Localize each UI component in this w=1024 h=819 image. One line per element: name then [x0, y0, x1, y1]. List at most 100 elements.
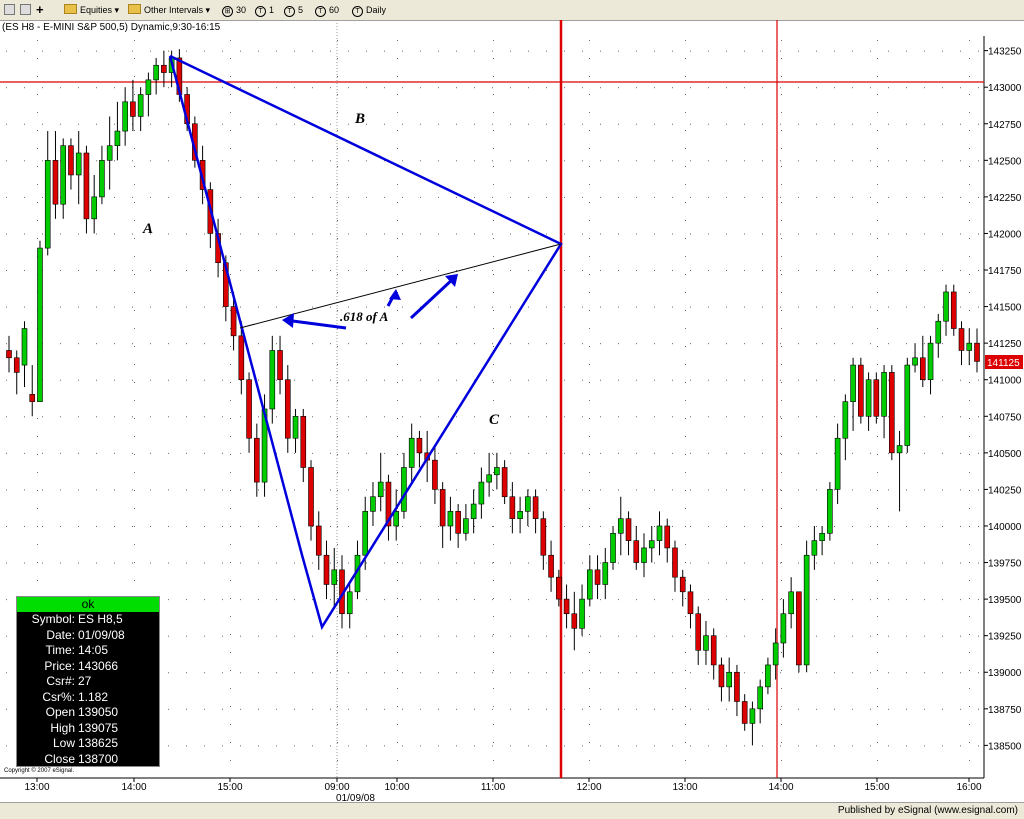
- grid-dot: [888, 379, 889, 381]
- grid-dot: [685, 40, 686, 41]
- data-row-value: 01/09/08: [78, 627, 125, 642]
- grid-dot: [781, 148, 782, 149]
- grid-dot: [589, 472, 590, 473]
- grid-dot: [744, 160, 745, 162]
- grid-dot: [420, 525, 421, 527]
- candle: [881, 365, 887, 439]
- grid-dot: [492, 196, 493, 198]
- grid-dot: [798, 708, 799, 710]
- grid-dot: [312, 452, 313, 454]
- grid-dot: [816, 452, 817, 454]
- grid-dot: [37, 112, 38, 113]
- grid-dot: [969, 202, 970, 203]
- grid-dot: [134, 472, 135, 473]
- candle-body: [315, 525, 322, 556]
- grid-dot: [474, 525, 475, 527]
- grid-dot: [348, 562, 349, 564]
- grid-dot: [312, 306, 313, 308]
- grid-dot: [618, 160, 619, 162]
- candle: [548, 540, 554, 592]
- grid-dot: [132, 270, 133, 272]
- grid-dot: [493, 58, 494, 59]
- grid-dot: [564, 270, 565, 272]
- grid-dot: [204, 233, 205, 235]
- fib-618-line: [239, 243, 562, 329]
- grid-dot: [582, 343, 583, 345]
- grid-dot: [708, 160, 709, 162]
- grid-dot: [78, 416, 79, 418]
- grid-dot: [134, 274, 135, 275]
- grid-dot: [78, 306, 79, 308]
- grid-dot: [636, 160, 637, 162]
- candle: [6, 335, 12, 373]
- grid-dot: [960, 416, 961, 418]
- grid-dot: [877, 238, 878, 239]
- grid-dot: [312, 599, 313, 601]
- grid-dot: [230, 526, 231, 527]
- grid-dot: [510, 635, 511, 637]
- grid-dot: [685, 634, 686, 635]
- time-tick-label: 16:00: [956, 782, 981, 793]
- grid-dot: [294, 306, 295, 308]
- grid-dot: [384, 123, 385, 125]
- grid-dot: [870, 306, 871, 308]
- grid-dot: [582, 489, 583, 491]
- price-tick-label: 142000: [988, 229, 1022, 240]
- grid-dot: [312, 233, 313, 235]
- grid-dot: [438, 233, 439, 235]
- status-ok: ok: [17, 597, 159, 612]
- grid-dot: [493, 328, 494, 329]
- grid-dot: [493, 742, 494, 743]
- grid-dot: [781, 454, 782, 455]
- grid-dot: [348, 306, 349, 308]
- grid-dot: [672, 489, 673, 491]
- grid-dot: [726, 379, 727, 381]
- grid-dot: [969, 526, 970, 527]
- grid-dot: [384, 562, 385, 564]
- grid-dot: [330, 635, 331, 637]
- candle: [486, 452, 492, 497]
- grid-dot: [780, 745, 781, 747]
- grid-dot: [330, 306, 331, 308]
- grid-dot: [42, 525, 43, 527]
- candle: [610, 525, 616, 570]
- grid-dot: [397, 688, 398, 689]
- grid-dot: [582, 50, 583, 52]
- grid-dot: [708, 672, 709, 674]
- grid-dot: [798, 745, 799, 747]
- grid-dot: [942, 525, 943, 527]
- grid-dot: [132, 416, 133, 418]
- grid-dot: [546, 123, 547, 125]
- grid-dot: [942, 745, 943, 747]
- grid-dot: [924, 489, 925, 491]
- grid-dot: [337, 616, 338, 617]
- grid-dot: [474, 745, 475, 747]
- grid-dot: [337, 238, 338, 239]
- grid-dot: [348, 160, 349, 162]
- grid-dot: [150, 343, 151, 345]
- grid-dot: [672, 708, 673, 710]
- grid-dot: [636, 416, 637, 418]
- grid-dot: [230, 346, 231, 347]
- grid-dot: [924, 123, 925, 125]
- grid-dot: [528, 343, 529, 345]
- grid-dot: [960, 452, 961, 454]
- grid-dot: [589, 130, 590, 131]
- grid-dot: [258, 635, 259, 637]
- grid-dot: [397, 472, 398, 473]
- price-tick-label: 142500: [988, 156, 1022, 167]
- grid-dot: [924, 635, 925, 637]
- candle: [91, 174, 97, 234]
- grid-dot: [816, 708, 817, 710]
- data-row-value: 14:05: [78, 643, 109, 657]
- grid-dot: [456, 123, 457, 125]
- grid-dot: [564, 745, 565, 747]
- grid-dot: [877, 760, 878, 761]
- data-row-value: 139075: [78, 720, 119, 735]
- grid-dot: [690, 233, 691, 235]
- grid-dot: [420, 635, 421, 637]
- grid-dot: [60, 416, 61, 418]
- grid-dot: [781, 274, 782, 275]
- grid-dot: [582, 306, 583, 308]
- grid-dot: [492, 489, 493, 491]
